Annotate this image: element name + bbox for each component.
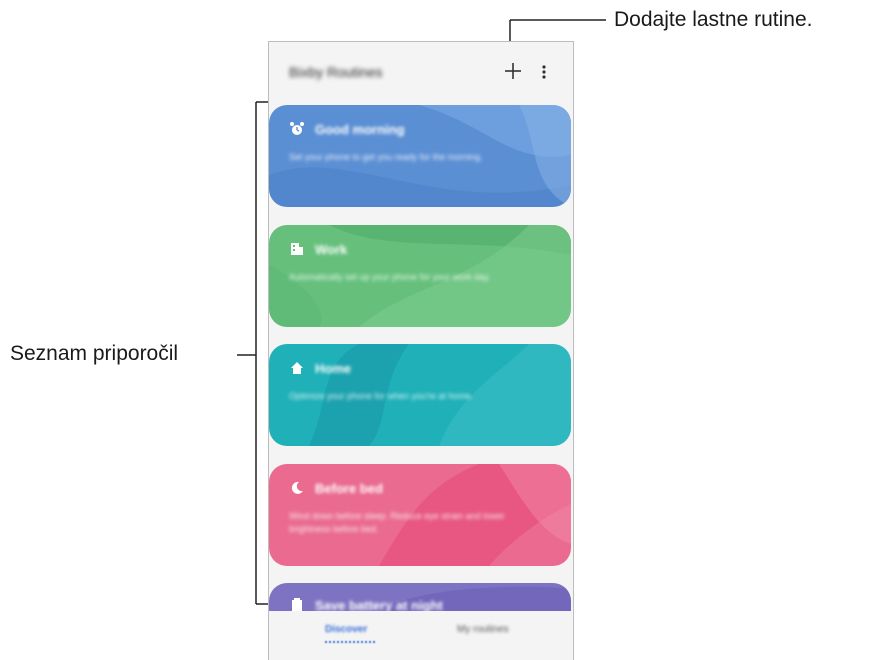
- home-icon: [291, 362, 303, 374]
- routine-description: Wind down before sleep. Reduce eye strai…: [289, 511, 505, 534]
- building-icon: [291, 243, 303, 255]
- bottom-tab-bar: Discover My routines: [269, 610, 573, 660]
- app-bar: Bixby Routines: [269, 42, 573, 104]
- recommendations-callout: Seznam priporočil: [10, 342, 179, 365]
- routine-description: Set your phone to get you ready for the …: [289, 152, 483, 162]
- plus-icon: [505, 63, 521, 79]
- battery-icon: [292, 598, 302, 611]
- routine-title: Good morning: [315, 122, 405, 137]
- more-options-button[interactable]: [537, 62, 551, 82]
- add-routine-button[interactable]: [502, 60, 524, 82]
- tab-my-routines[interactable]: My routines: [457, 624, 509, 635]
- routine-title: Before bed: [315, 481, 383, 496]
- routine-card-save-battery[interactable]: Save battery at night: [269, 583, 571, 611]
- moon-icon: [291, 481, 303, 494]
- tab-discover[interactable]: Discover: [325, 624, 367, 635]
- page-title: Bixby Routines: [289, 64, 383, 80]
- phone-screen: Bixby Routines Good morning Set your pho…: [268, 41, 574, 660]
- alarm-clock-icon: [290, 122, 304, 135]
- routine-card-good-morning[interactable]: Good morning Set your phone to get you r…: [269, 105, 571, 207]
- routine-card-work[interactable]: Work Automatically set up your phone for…: [269, 225, 571, 327]
- routine-title: Work: [315, 242, 348, 257]
- routine-title: Home: [315, 361, 352, 376]
- routine-description: Optimize your phone for when you're at h…: [289, 391, 474, 401]
- routine-card-home[interactable]: Home Optimize your phone for when you're…: [269, 344, 571, 446]
- routine-card-before-bed[interactable]: Before bed Wind down before sleep. Reduc…: [269, 464, 571, 566]
- add-routine-callout: Dodajte lastne rutine.: [614, 8, 813, 31]
- tab-discover-indicator: [325, 641, 375, 643]
- more-vert-icon: [542, 65, 546, 79]
- routine-description: Automatically set up your phone for your…: [289, 272, 491, 282]
